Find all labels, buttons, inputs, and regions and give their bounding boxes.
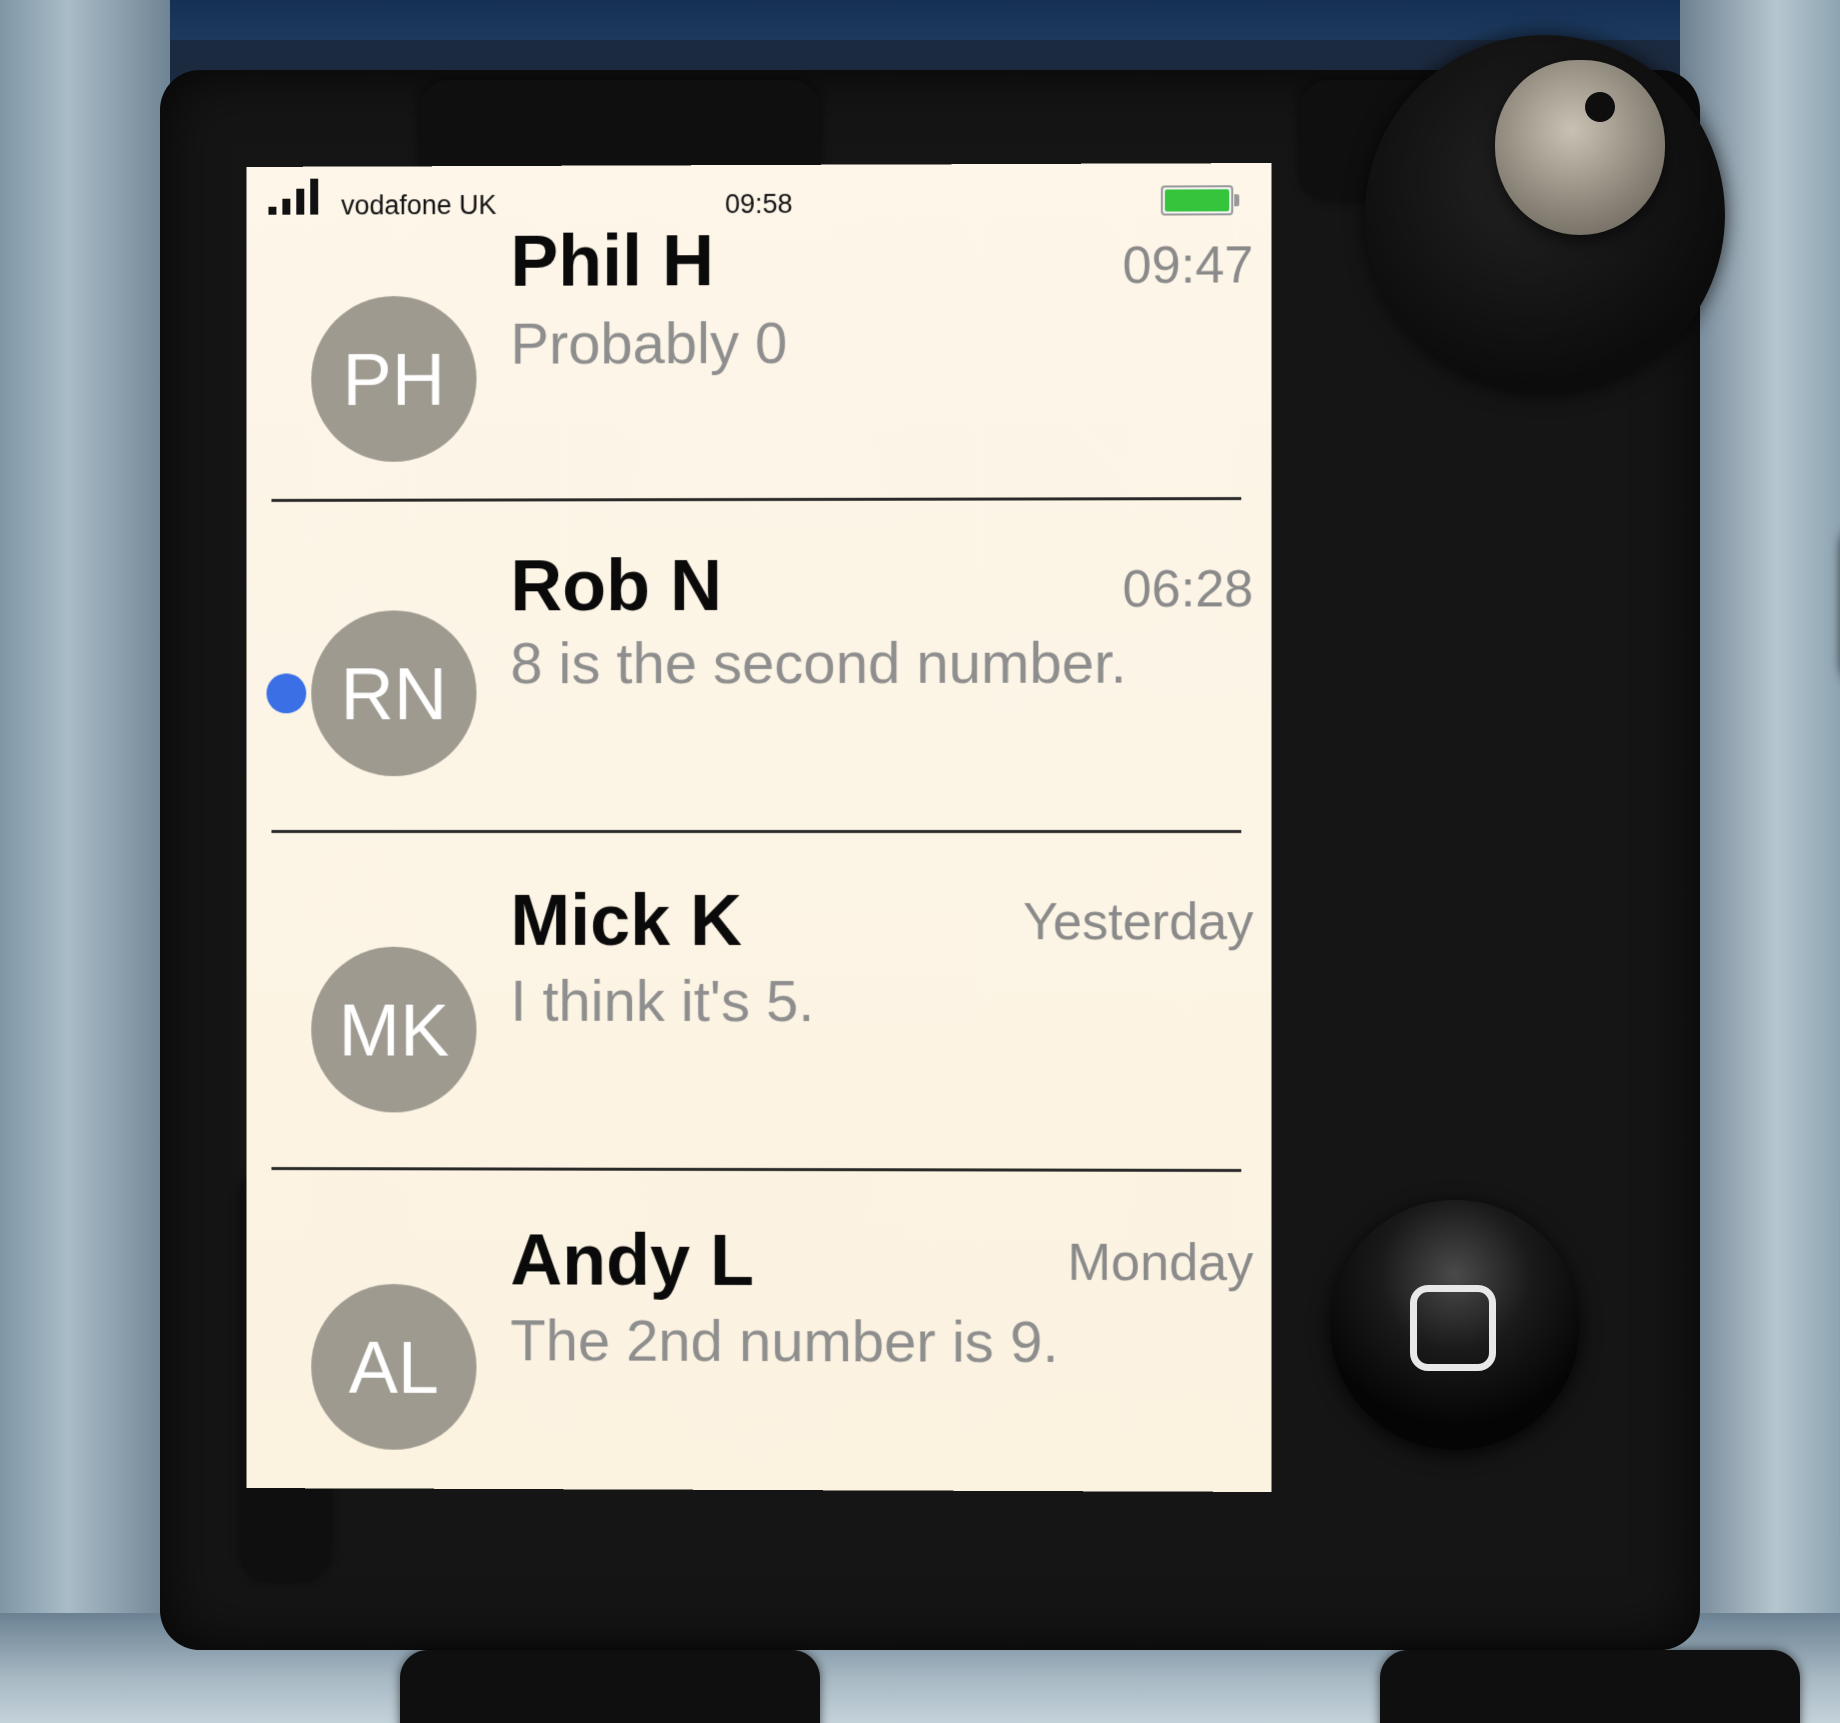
conversation-item[interactable]: MK Mick K Yesterday I think it's 5. xyxy=(247,880,1272,1211)
message-time: 09:47 xyxy=(1123,235,1254,296)
avatar: AL xyxy=(311,1284,476,1450)
message-time: 06:28 xyxy=(1123,559,1254,619)
message-preview: Probably 0 xyxy=(510,310,787,378)
unread-dot-icon xyxy=(266,673,306,713)
home-button[interactable] xyxy=(1330,1200,1580,1450)
conversation-item[interactable]: RN Rob N 06:28 8 is the second number. xyxy=(247,544,1272,875)
camera-lens-hole xyxy=(1585,92,1615,122)
device-bumper xyxy=(1380,1650,1800,1723)
conversation-item[interactable]: PH Phil H 09:47 Probably 0 xyxy=(247,213,1272,546)
message-preview: I think it's 5. xyxy=(510,968,814,1035)
message-preview: 8 is the second number. xyxy=(510,630,1126,698)
conversation-item[interactable]: AL Andy L Monday The 2nd number is 9. xyxy=(247,1219,1272,1492)
contact-name: Andy L xyxy=(510,1219,754,1302)
message-preview: The 2nd number is 9. xyxy=(510,1307,1058,1376)
box-wall-left xyxy=(0,0,170,1723)
message-time: Yesterday xyxy=(1023,892,1253,952)
device-bumper xyxy=(400,1650,820,1723)
contact-name: Mick K xyxy=(510,880,742,962)
avatar: RN xyxy=(311,610,476,776)
divider xyxy=(271,830,1241,833)
avatar: PH xyxy=(311,296,476,462)
camera-lens-knob[interactable] xyxy=(1495,60,1665,235)
battery-tip xyxy=(1234,194,1239,206)
avatar: MK xyxy=(311,947,476,1113)
contact-name: Rob N xyxy=(510,545,722,627)
phone-screen: vodafone UK 09:58 PH Phil H 09:47 Probab… xyxy=(247,163,1272,1492)
battery-icon xyxy=(1161,185,1233,215)
contact-name: Phil H xyxy=(510,220,714,303)
signal-bars-icon xyxy=(268,179,328,215)
home-square-icon xyxy=(1410,1285,1496,1371)
battery-fill xyxy=(1165,189,1229,211)
game-scene: vodafone UK 09:58 PH Phil H 09:47 Probab… xyxy=(0,0,1840,1723)
message-time: Monday xyxy=(1068,1233,1254,1294)
box-wall-top xyxy=(0,0,1840,40)
